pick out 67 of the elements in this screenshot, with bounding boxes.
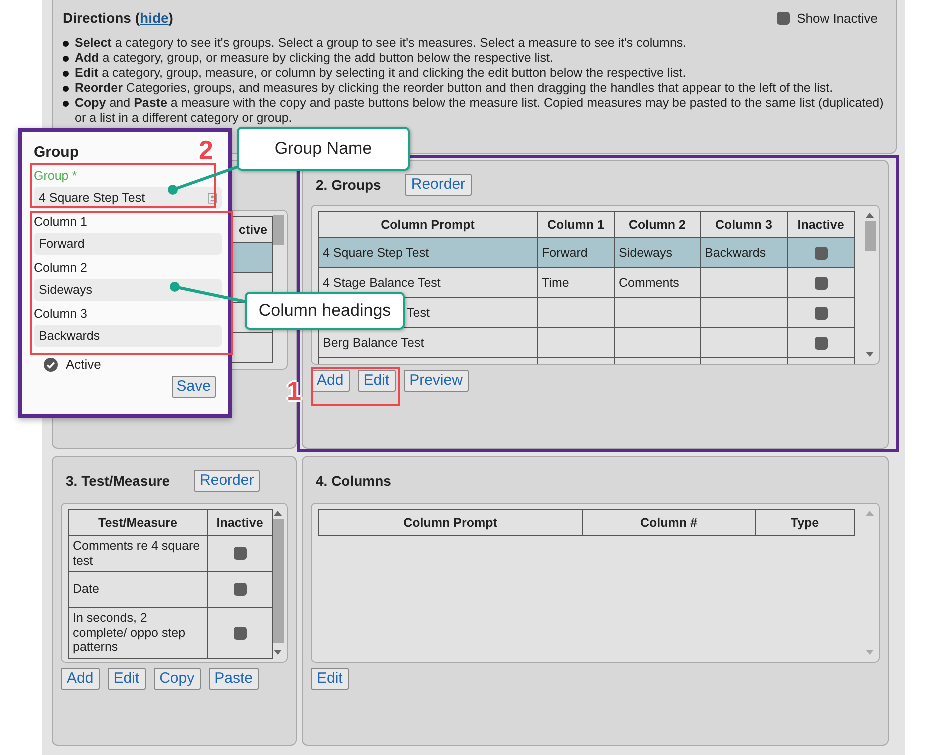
table-cell: Forward: [542, 246, 588, 260]
bullet-icon: [63, 71, 69, 77]
table-cell: Backwards: [705, 246, 766, 260]
table-cell: Comments re 4 square test: [73, 539, 200, 568]
table-cell: Comments: [619, 276, 680, 290]
field-label: Column 3: [34, 307, 88, 321]
bullet-icon: [63, 56, 69, 62]
direction-text: Add a category, group, or measure by clicking the add button below the respective list.: [75, 51, 554, 66]
direction-text: Copy and Paste a measure with the copy and paste buttons below the measure list. Copied measures may be pasted to the same list (duplicated) or a list in a different category or group.: [75, 96, 885, 126]
panel-title: 2. Groups: [316, 177, 382, 193]
direction-text: Reorder Categories, groups, and measures by clicking the reorder button and then dragging the handles that appear to the left of the list.: [75, 81, 834, 96]
table-cell: 4 Stage Balance Test: [323, 276, 441, 290]
callout-label: Group Name: [237, 127, 410, 171]
field-label: Column 1: [34, 215, 88, 229]
input-field[interactable]: Sideways: [34, 279, 222, 301]
show-inactive-label: Show Inactive: [797, 10, 878, 26]
table-cell: 4 Square Step Test: [323, 246, 430, 260]
active-label: Active: [66, 357, 102, 372]
bullet-icon: [63, 86, 69, 92]
step-number: 2: [199, 137, 214, 163]
scrollbar-thumb[interactable]: [272, 215, 284, 245]
action-button[interactable]: Add: [311, 370, 350, 392]
input-field[interactable]: Backwards: [34, 325, 222, 347]
bullet-icon: [63, 41, 69, 47]
scroll-up-icon[interactable]: [866, 213, 874, 218]
directions-title: Directions (hide): [63, 10, 174, 26]
action-button[interactable]: Add: [61, 668, 100, 690]
action-button[interactable]: Copy: [154, 668, 201, 690]
scroll-up-icon[interactable]: [274, 511, 282, 516]
column-header: Column #: [582, 510, 756, 536]
input-field[interactable]: Forward: [34, 233, 222, 255]
scrollbar-thumb[interactable]: [272, 519, 284, 643]
save-button[interactable]: Save: [172, 376, 216, 398]
dialog-title: Group: [34, 144, 79, 161]
field-label: Column 2: [34, 261, 88, 275]
scrollbar-thumb[interactable]: [864, 221, 876, 251]
action-button[interactable]: Edit: [108, 668, 146, 690]
scroll-down-icon[interactable]: [866, 352, 874, 357]
column-header: Column Prompt: [318, 212, 538, 238]
callout-label: Column headings: [245, 292, 405, 330]
column-header: Type: [756, 510, 854, 536]
table-cell: Time: [542, 276, 570, 290]
reorder-button[interactable]: Reorder: [194, 470, 260, 492]
table-cell: Berg Balance Test: [323, 336, 424, 350]
active-checkbox[interactable]: [44, 358, 58, 372]
column-header: Inactive: [208, 510, 272, 536]
table-cell: Sideways: [619, 246, 672, 260]
action-button[interactable]: Edit: [358, 370, 396, 392]
reorder-button[interactable]: Reorder: [405, 174, 472, 196]
action-button[interactable]: Preview: [404, 370, 469, 392]
table-row[interactable]: 4 Square Step Test Forward Sideways Backwards: [318, 238, 854, 268]
panel-title: 4. Columns: [316, 473, 392, 489]
field-label: Group *: [34, 169, 78, 183]
table-cell: Date: [73, 582, 100, 596]
leader-line: [168, 166, 238, 195]
column-header: Column Prompt: [318, 510, 582, 536]
direction-text: Edit a category, group, measure, or column by selecting it and clicking the edit button below the respective list.: [75, 66, 686, 81]
action-button[interactable]: Paste: [208, 668, 259, 690]
table-cell: In seconds, 2 complete/ oppo step patterns: [73, 611, 186, 654]
direction-text: Select a category to see it's groups. Select a group to see it's measures. Select a measure to see it's columns.: [75, 36, 687, 51]
table-cell: Test: [407, 306, 430, 320]
bullet-icon: [63, 101, 69, 107]
action-button[interactable]: Edit: [311, 668, 349, 690]
hide-link[interactable]: hide: [140, 10, 169, 26]
column-header: Test/Measure: [68, 510, 208, 536]
panel-title: 3. Test/Measure: [66, 473, 170, 489]
scroll-down-icon[interactable]: [274, 650, 282, 655]
